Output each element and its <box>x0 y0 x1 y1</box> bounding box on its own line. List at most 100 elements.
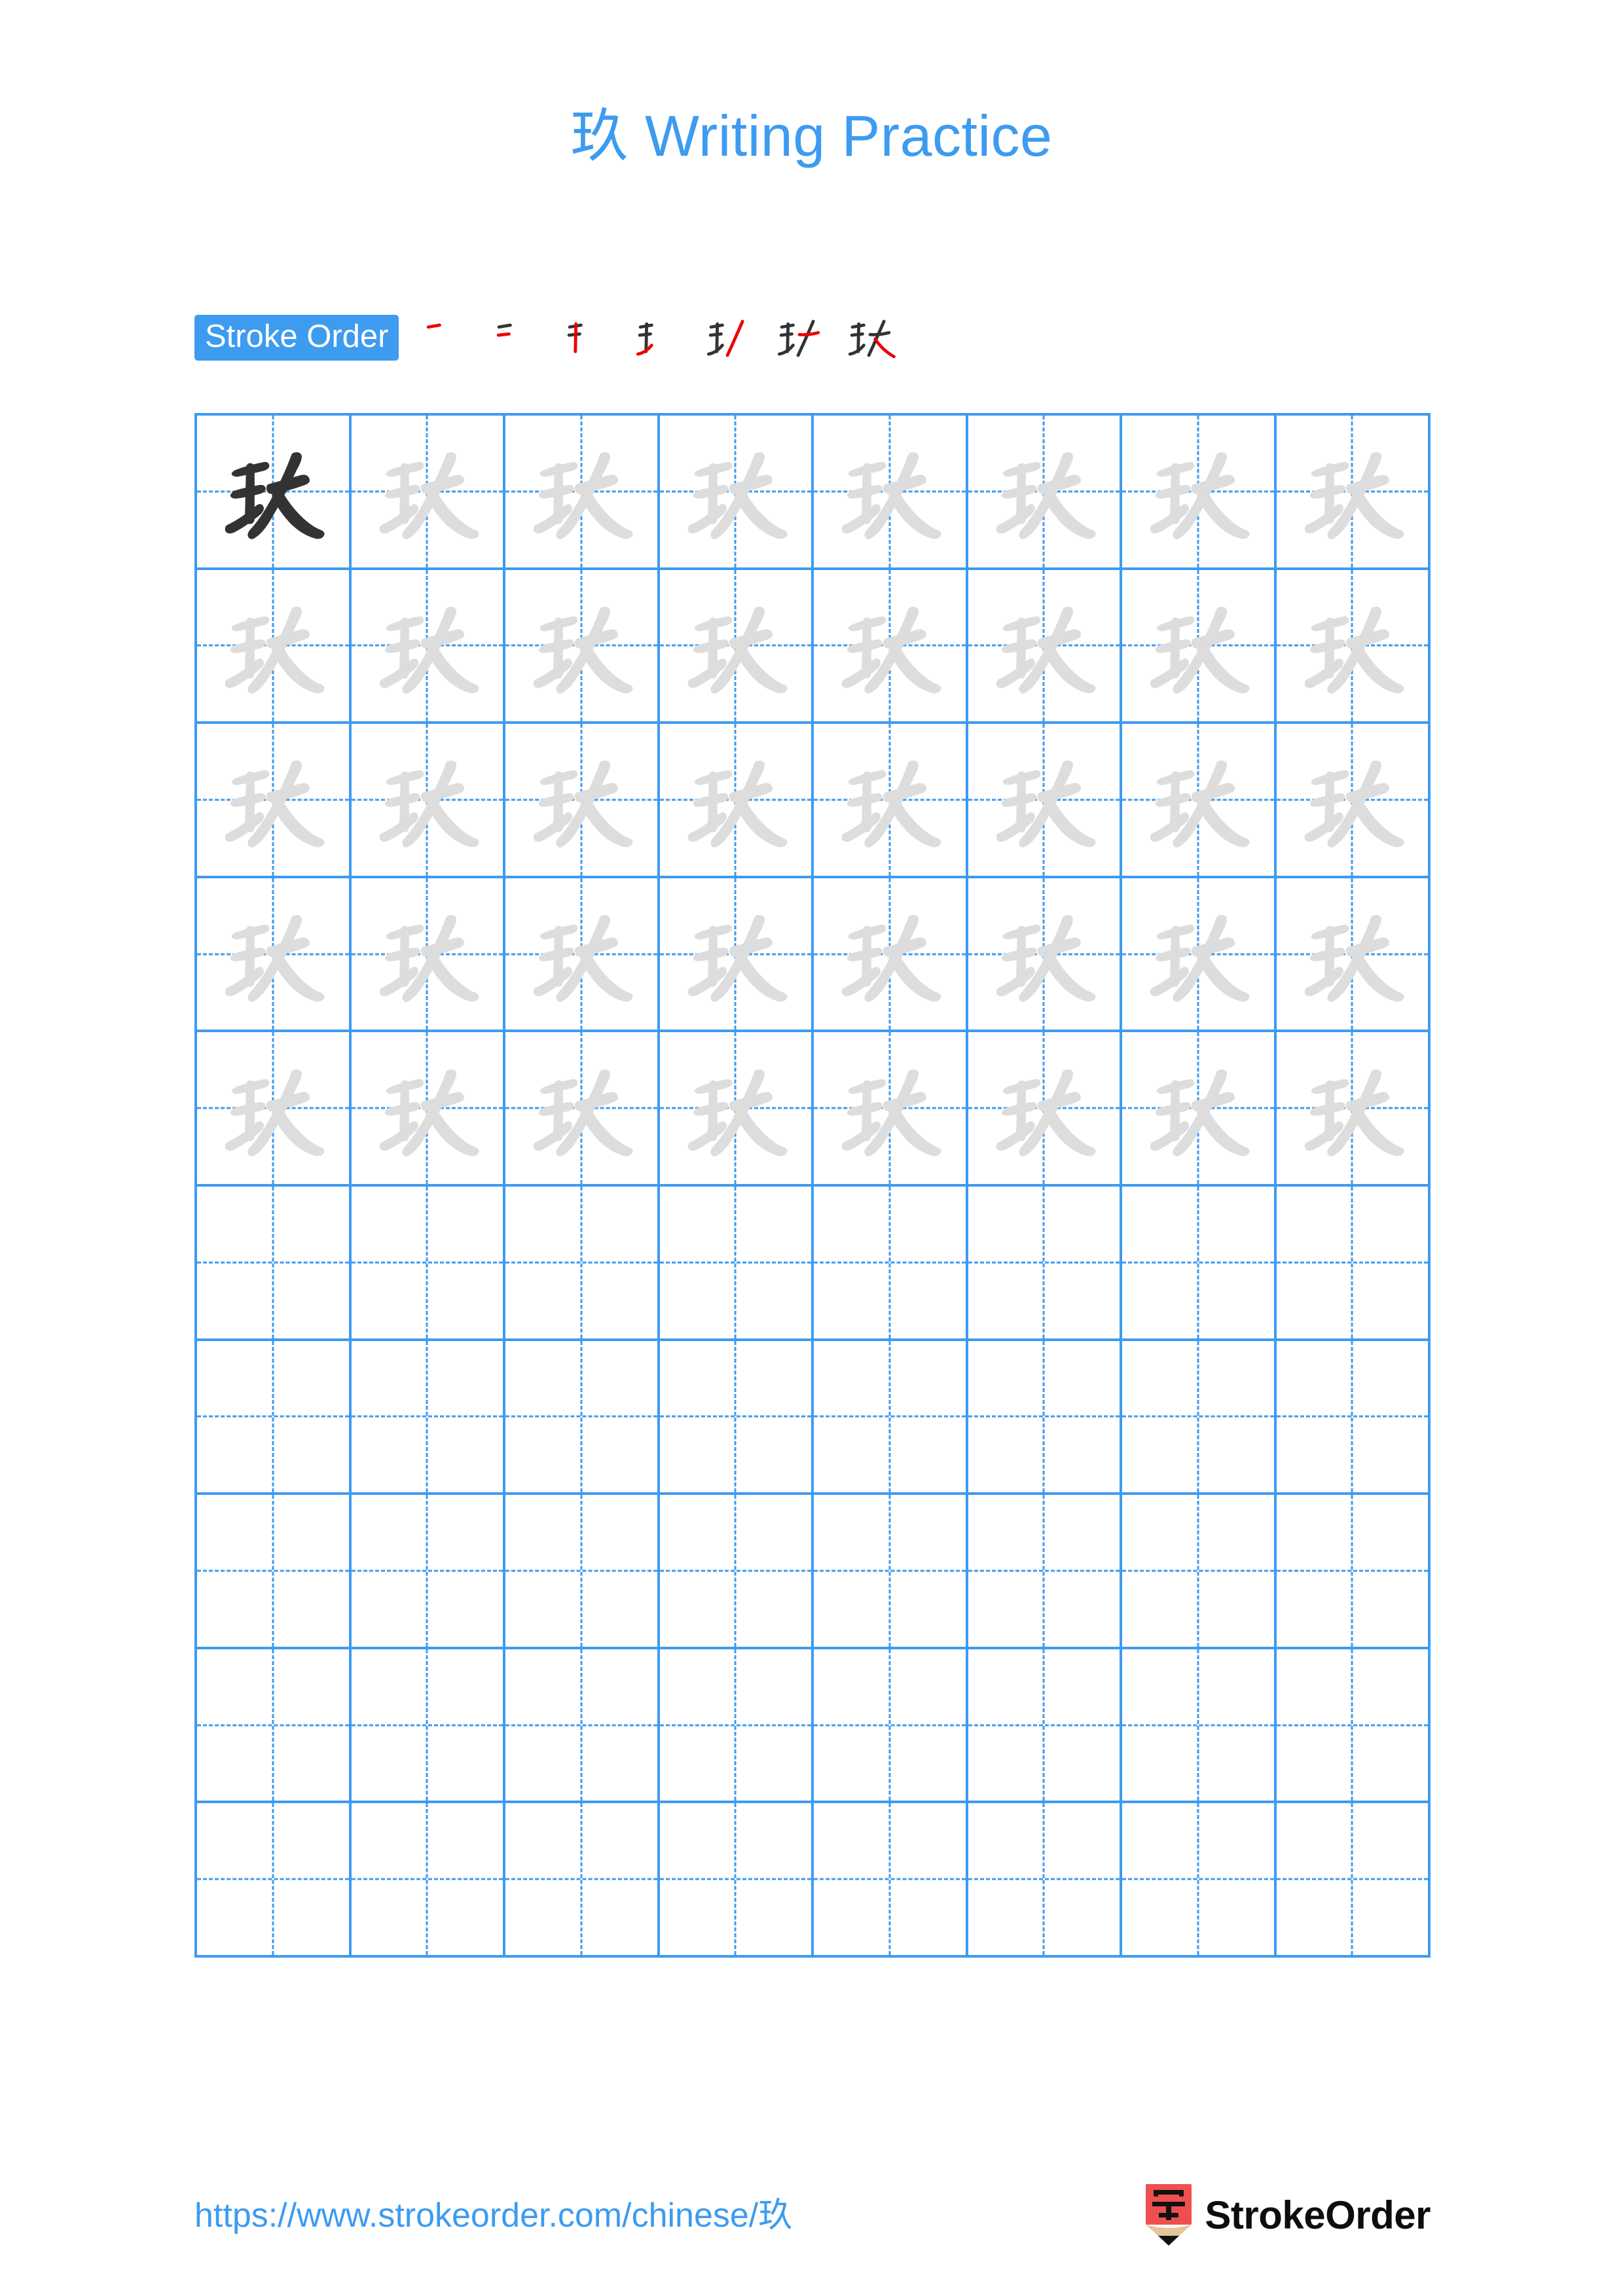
grid-cell-blank[interactable] <box>1276 1649 1431 1804</box>
grid-cell-blank[interactable] <box>1122 1495 1277 1649</box>
grid-cell-blank[interactable] <box>968 1649 1122 1804</box>
grid-cell-blank[interactable] <box>1276 1495 1431 1649</box>
guide-line-vertical <box>580 1340 583 1493</box>
grid-cell-trace[interactable] <box>1276 416 1431 570</box>
grid-cell-blank[interactable] <box>968 1187 1122 1341</box>
grid-cell-trace[interactable] <box>351 569 505 725</box>
grid-cell-blank[interactable] <box>197 1803 352 1958</box>
grid-cell-blank[interactable] <box>659 1495 814 1649</box>
grid-cell-blank[interactable] <box>1122 1187 1277 1341</box>
grid-cell-blank[interactable] <box>659 1187 814 1341</box>
grid-cell-blank[interactable] <box>968 1340 1122 1496</box>
grid-cell-blank[interactable] <box>351 1187 505 1341</box>
grid-cell-blank[interactable] <box>1122 1649 1277 1804</box>
grid-cell-blank[interactable] <box>814 1340 968 1496</box>
grid-cell-trace[interactable] <box>197 569 352 725</box>
grid-cell-trace[interactable] <box>197 1032 352 1187</box>
grid-cell-blank[interactable] <box>505 1340 660 1496</box>
grid-cell-trace[interactable] <box>1276 569 1431 725</box>
practice-grid[interactable] <box>194 413 1431 1958</box>
grid-cell-blank[interactable] <box>659 1340 814 1496</box>
grid-cell-trace[interactable] <box>659 1032 814 1187</box>
grid-cell-trace[interactable] <box>505 878 660 1033</box>
grid-cell-trace[interactable] <box>814 416 968 570</box>
grid-cell-blank[interactable] <box>1276 1803 1431 1958</box>
guide-line-horizontal <box>197 1724 349 1727</box>
grid-cell-blank[interactable] <box>351 1340 505 1496</box>
grid-cell-trace[interactable] <box>814 878 968 1033</box>
guide-line-horizontal <box>814 1570 966 1572</box>
grid-cell-blank[interactable] <box>505 1187 660 1341</box>
grid-cell-trace[interactable] <box>197 724 352 878</box>
grid-cell-trace[interactable] <box>351 724 505 878</box>
grid-cell-blank[interactable] <box>197 1649 352 1804</box>
grid-cell-model[interactable] <box>197 416 352 570</box>
grid-cell-trace[interactable] <box>659 569 814 725</box>
grid-cell-trace[interactable] <box>968 724 1122 878</box>
grid-cell-trace[interactable] <box>1122 569 1277 725</box>
grid-cell-trace[interactable] <box>814 1032 968 1187</box>
grid-cell-trace[interactable] <box>1122 1032 1277 1187</box>
grid-cell-blank[interactable] <box>351 1495 505 1649</box>
grid-cell-trace[interactable] <box>351 416 505 570</box>
grid-cell-trace[interactable] <box>659 416 814 570</box>
grid-cell-trace[interactable] <box>1276 878 1431 1033</box>
guide-line-vertical <box>1042 1495 1045 1647</box>
grid-cell-blank[interactable] <box>197 1187 352 1341</box>
grid-cell-blank[interactable] <box>505 1803 660 1958</box>
grid-cell-blank[interactable] <box>505 1495 660 1649</box>
guide-line-vertical <box>1042 1187 1045 1338</box>
grid-cell-blank[interactable] <box>814 1649 968 1804</box>
grid-cell-trace[interactable] <box>968 1032 1122 1187</box>
grid-cell-trace[interactable] <box>814 569 968 725</box>
character-glyph <box>505 416 657 567</box>
source-url-link[interactable]: https://www.strokeorder.com/chinese/玖 <box>194 2198 792 2233</box>
character-glyph <box>197 878 349 1030</box>
guide-line-vertical <box>580 1187 583 1338</box>
grid-cell-trace[interactable] <box>1276 1032 1431 1187</box>
grid-cell-blank[interactable] <box>659 1803 814 1958</box>
grid-cell-blank[interactable] <box>1276 1340 1431 1496</box>
grid-cell-blank[interactable] <box>197 1340 352 1496</box>
grid-cell-blank[interactable] <box>659 1649 814 1804</box>
character-glyph <box>814 1032 966 1184</box>
grid-cell-trace[interactable] <box>505 724 660 878</box>
grid-cell-trace[interactable] <box>505 416 660 570</box>
grid-cell-trace[interactable] <box>1122 724 1277 878</box>
guide-line-horizontal <box>659 1261 811 1264</box>
character-glyph <box>660 1032 812 1184</box>
grid-cell-blank[interactable] <box>814 1803 968 1958</box>
guide-line-horizontal <box>351 1415 503 1418</box>
grid-cell-blank[interactable] <box>1276 1187 1431 1341</box>
grid-cell-blank[interactable] <box>1122 1803 1277 1958</box>
grid-cell-blank[interactable] <box>351 1803 505 1958</box>
grid-cell-trace[interactable] <box>659 724 814 878</box>
character-glyph <box>197 724 349 876</box>
grid-cell-trace[interactable] <box>1276 724 1431 878</box>
grid-cell-trace[interactable] <box>968 416 1122 570</box>
grid-cell-trace[interactable] <box>197 878 352 1033</box>
grid-cell-blank[interactable] <box>505 1649 660 1804</box>
grid-cell-blank[interactable] <box>814 1187 968 1341</box>
grid-cell-trace[interactable] <box>351 1032 505 1187</box>
grid-cell-trace[interactable] <box>1122 878 1277 1033</box>
grid-cell-blank[interactable] <box>814 1495 968 1649</box>
character-glyph <box>968 724 1120 876</box>
grid-cell-trace[interactable] <box>968 569 1122 725</box>
grid-cell-trace[interactable] <box>659 878 814 1033</box>
grid-cell-blank[interactable] <box>1122 1340 1277 1496</box>
grid-cell-trace[interactable] <box>1122 416 1277 570</box>
guide-line-horizontal <box>659 1878 811 1880</box>
grid-cell-trace[interactable] <box>505 569 660 725</box>
grid-cell-blank[interactable] <box>968 1495 1122 1649</box>
grid-cell-trace[interactable] <box>968 878 1122 1033</box>
grid-cell-trace[interactable] <box>351 878 505 1033</box>
grid-cell-trace[interactable] <box>505 1032 660 1187</box>
grid-cell-blank[interactable] <box>968 1803 1122 1958</box>
grid-cell-blank[interactable] <box>197 1495 352 1649</box>
grid-cell-blank[interactable] <box>351 1649 505 1804</box>
guide-line-horizontal <box>1276 1724 1428 1727</box>
guide-line-vertical <box>426 1649 428 1801</box>
grid-cell-trace[interactable] <box>814 724 968 878</box>
stroke-order-section: Stroke Order <box>194 306 905 369</box>
